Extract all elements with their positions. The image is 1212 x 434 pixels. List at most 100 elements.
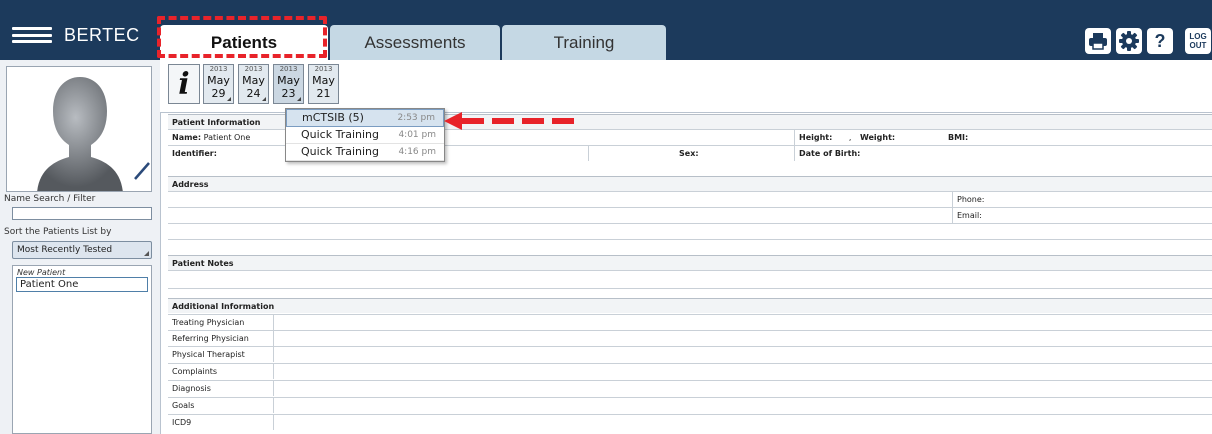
name-value: Patient One: [203, 133, 251, 142]
sort-select[interactable]: Most Recently Tested: [12, 241, 152, 259]
notes-bottom-border: [168, 288, 1212, 298]
identifier-label: Identifier:: [172, 149, 217, 158]
session-menu-item-time: 2:53 pm: [397, 113, 435, 123]
session-dropdown-menu: mCTSIB (5) 2:53 pm Quick Training 4:01 p…: [285, 108, 445, 162]
session-date-3[interactable]: 2013 May 23: [273, 64, 304, 104]
referring-physician-label: Referring Physician: [168, 330, 274, 346]
session-year: 2013: [279, 65, 298, 73]
top-bar: BERTEC Patients Assessments Training ? L…: [0, 0, 1212, 61]
expand-corner-icon: [297, 97, 301, 101]
left-panel: Name Search / Filter Sort the Patients L…: [0, 60, 161, 434]
address-line-1-field[interactable]: [168, 192, 952, 207]
expand-corner-icon: [227, 97, 231, 101]
address-bottom-border: [168, 239, 1212, 251]
name-search-input[interactable]: [12, 207, 152, 220]
print-button[interactable]: [1085, 28, 1111, 54]
address-line-3-field[interactable]: [168, 224, 1212, 239]
patient-notes-field[interactable]: [168, 270, 1212, 288]
tab-patients[interactable]: Patients: [160, 25, 328, 61]
session-menu-item-name: mCTSIB (5): [302, 111, 364, 124]
sort-select-value: Most Recently Tested: [17, 245, 113, 255]
patient-list: New Patient Patient One: [12, 265, 152, 434]
session-month: May: [207, 74, 230, 87]
dob-label: Date of Birth:: [799, 149, 861, 158]
session-month: May: [242, 74, 265, 87]
session-strip: i 2013 May 29 2013 May 24 2013 May 23 20…: [160, 60, 1212, 113]
session-menu-item[interactable]: mCTSIB (5) 2:53 pm: [286, 109, 444, 127]
section-header-notes: Patient Notes: [168, 255, 1212, 270]
tab-assessments[interactable]: Assessments: [330, 25, 500, 61]
printer-icon: [1089, 33, 1107, 50]
dob-field[interactable]: Date of Birth:: [794, 146, 1212, 161]
email-label: Email:: [957, 211, 982, 220]
session-date-1[interactable]: 2013 May 29: [203, 64, 234, 104]
session-day: 21: [316, 87, 331, 100]
sort-label: Sort the Patients List by: [4, 227, 112, 237]
info-icon[interactable]: i: [168, 64, 200, 104]
search-label: Name Search / Filter: [4, 194, 96, 204]
list-item[interactable]: Patient One: [16, 277, 148, 292]
new-patient-link[interactable]: New Patient: [13, 266, 151, 277]
diagnosis-field[interactable]: [274, 380, 1212, 396]
session-menu-item-name: Quick Training: [301, 145, 380, 158]
session-year: 2013: [314, 65, 333, 73]
session-menu-item-time: 4:16 pm: [398, 147, 436, 157]
sex-label: Sex:: [679, 149, 699, 158]
referring-physician-field[interactable]: [274, 330, 1212, 346]
gear-icon: [1119, 31, 1139, 51]
address-row-1: Phone:: [168, 191, 1212, 207]
sex-field[interactable]: Sex:: [588, 146, 794, 161]
bmi-field[interactable]: BMI:: [944, 130, 1212, 145]
patient-avatar[interactable]: [6, 66, 152, 192]
session-date-2[interactable]: 2013 May 24: [238, 64, 269, 104]
physical-therapist-field[interactable]: [274, 346, 1212, 362]
session-month: May: [277, 74, 300, 87]
patient-name-field[interactable]: Name: Patient One: [168, 130, 794, 145]
diagnosis-label: Diagnosis: [168, 380, 274, 396]
height-label: Height:: [799, 133, 833, 142]
section-header-additional: Additional Information: [168, 298, 1212, 313]
session-date-4[interactable]: 2013 May 21: [308, 64, 339, 104]
session-year: 2013: [209, 65, 228, 73]
height-separator: ,: [848, 133, 852, 142]
weight-label: Weight:: [859, 133, 896, 142]
avatar-silhouette-icon: [37, 77, 150, 191]
name-label: Name:: [172, 133, 202, 142]
app-logo: BERTEC: [12, 24, 140, 46]
session-menu-item-time: 4:01 pm: [398, 130, 436, 140]
session-month: May: [312, 74, 335, 87]
session-year: 2013: [244, 65, 263, 73]
address-row-2: Email:: [168, 207, 1212, 223]
phone-label: Phone:: [957, 195, 985, 204]
goals-label: Goals: [168, 397, 274, 413]
annotation-arrow-icon: [444, 112, 574, 130]
tab-training[interactable]: Training: [502, 25, 666, 61]
address-line-2-field[interactable]: [168, 208, 952, 223]
treating-physician-field[interactable]: [274, 314, 1212, 330]
session-menu-item[interactable]: Quick Training 4:01 pm: [286, 127, 444, 144]
complaints-field[interactable]: [274, 363, 1212, 379]
complaints-label: Complaints: [168, 363, 274, 379]
treating-physician-label: Treating Physician: [168, 314, 274, 330]
logo-icon: [12, 27, 52, 43]
logout-label-line1: LOG: [1189, 32, 1207, 41]
patient-form: Patient Information Name: Patient One He…: [168, 114, 1212, 434]
help-button[interactable]: ?: [1147, 28, 1173, 54]
bmi-label: BMI:: [948, 133, 969, 142]
address-row-3: [168, 223, 1212, 239]
dropdown-corner-icon: [144, 251, 149, 256]
physical-therapist-label: Physical Therapist: [168, 346, 274, 362]
icd9-label: ICD9: [168, 414, 274, 430]
logout-label-line2: OUT: [1189, 41, 1207, 50]
expand-corner-icon: [262, 97, 266, 101]
goals-field[interactable]: [274, 397, 1212, 413]
settings-button[interactable]: [1116, 28, 1142, 54]
phone-field[interactable]: Phone:: [952, 192, 1212, 207]
section-header-address: Address: [168, 176, 1212, 191]
session-menu-item[interactable]: Quick Training 4:16 pm: [286, 144, 444, 161]
icd9-field[interactable]: [274, 414, 1212, 430]
app-name: BERTEC: [64, 24, 140, 45]
logout-button[interactable]: LOG OUT: [1185, 28, 1211, 54]
email-field[interactable]: Email:: [952, 208, 1212, 223]
session-menu-item-name: Quick Training: [301, 128, 380, 141]
